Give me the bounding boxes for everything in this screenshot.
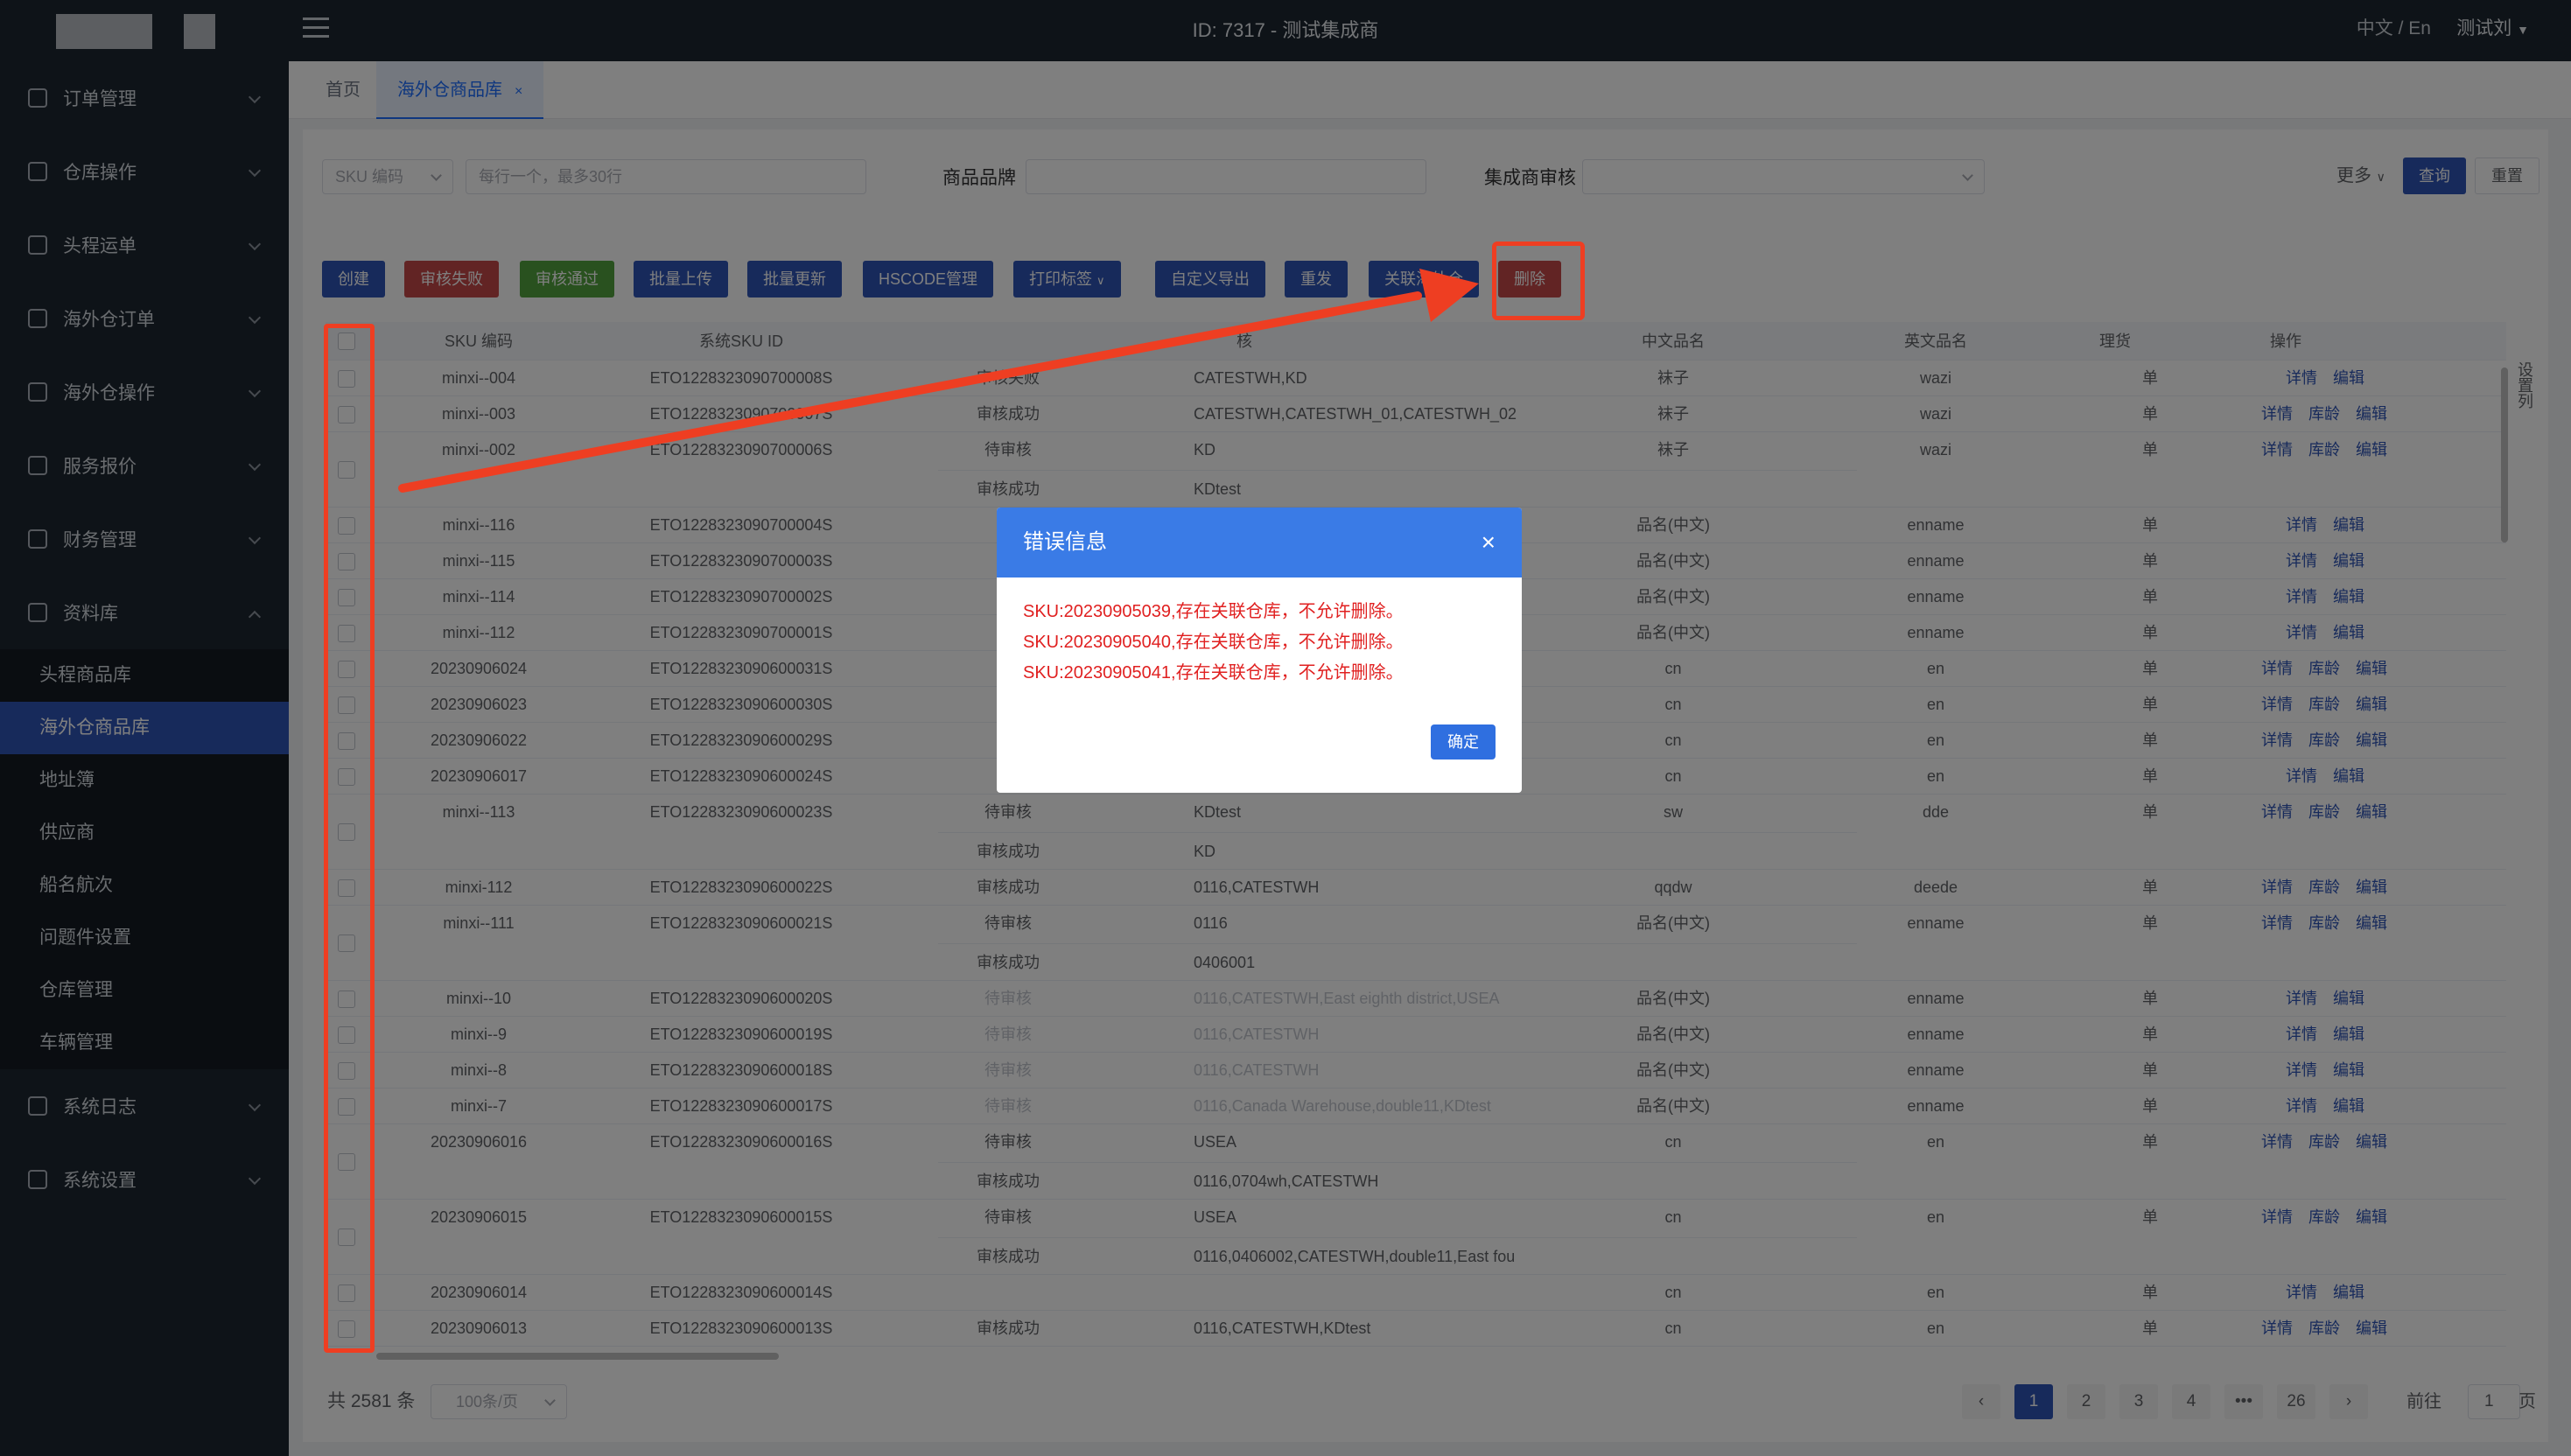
error-dialog: 错误信息 × SKU:20230905039,存在关联仓库，不允许删除。 SKU… <box>997 508 1522 793</box>
error-message: SKU:20230905040,存在关联仓库，不允许删除。 <box>1023 633 1404 652</box>
error-message: SKU:20230905041,存在关联仓库，不允许删除。 <box>1023 663 1404 682</box>
dialog-header: 错误信息 × <box>997 508 1522 578</box>
close-icon[interactable]: × <box>1482 508 1496 578</box>
error-message: SKU:20230905039,存在关联仓库，不允许删除。 <box>1023 602 1404 621</box>
confirm-button[interactable]: 确定 <box>1431 724 1496 760</box>
dialog-title: 错误信息 <box>1023 530 1107 554</box>
dialog-body: SKU:20230905039,存在关联仓库，不允许删除。 SKU:202309… <box>997 578 1522 689</box>
